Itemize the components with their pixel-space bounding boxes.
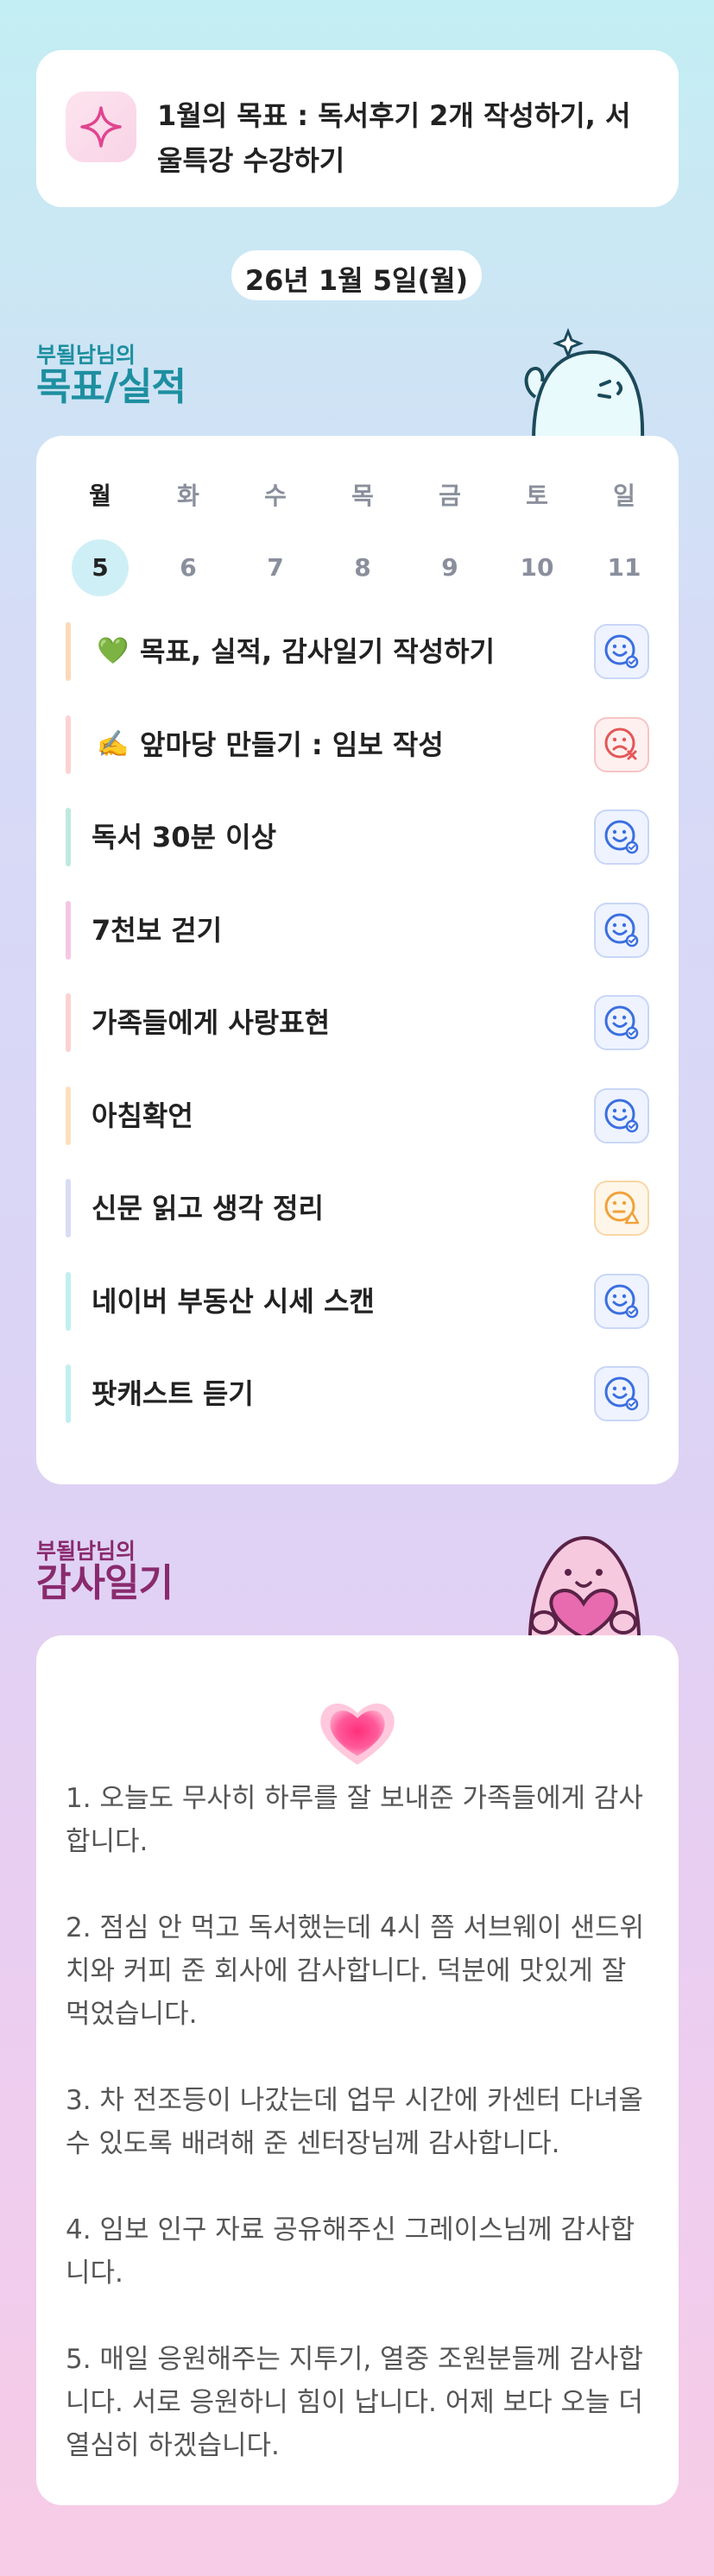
smile-face-icon[interactable]	[594, 624, 649, 679]
smile-face-icon[interactable]	[594, 1273, 649, 1329]
task-label: 7천보 걷기	[92, 913, 223, 947]
gratitude-entry: 1. 오늘도 무사히 하루를 잘 보내준 가족들에게 감사합니다.	[66, 1783, 643, 1857]
sparkle-icon	[66, 91, 136, 162]
day-0[interactable]: 월5	[66, 477, 135, 596]
task-label: 앞마당 만들기 : 임보 작성	[140, 727, 444, 761]
smile-face-icon[interactable]	[594, 902, 649, 958]
goals-section-title: 목표/실적	[36, 365, 186, 409]
mascot-thumbs-up-icon	[516, 327, 646, 444]
task-row[interactable]: 네이버 부동산 시세 스캔	[66, 1271, 649, 1331]
gratitude-entries: 1. 오늘도 무사히 하루를 잘 보내준 가족들에게 감사합니다. 2. 점심 안…	[66, 1777, 653, 2510]
smile-face-icon[interactable]	[594, 809, 649, 865]
task-color-bar	[66, 1179, 71, 1238]
day-5[interactable]: 토 10	[502, 477, 572, 596]
task-row[interactable]: ✍️ 앞마당 만들기 : 임보 작성	[66, 715, 649, 774]
goals-card: 월 5 화 6 수 7 목 8 금 9 토 10 일 11 💚 목표, 실적, 감사일기 작성하기 ✍️ 앞마…	[36, 436, 679, 1484]
day-3[interactable]: 목8	[328, 477, 397, 596]
task-label: 네이버 부동산 시세 스캔	[92, 1284, 375, 1318]
task-row[interactable]: 아침확언	[66, 1086, 649, 1145]
task-color-bar	[66, 900, 71, 960]
day-name: 금	[439, 482, 461, 510]
task-color-bar	[66, 1364, 71, 1423]
gratitude-entry: 3. 차 전조등이 나갔는데 업무 시간에 카센터 다녀올 수 있도록 배려해 …	[66, 2085, 643, 2159]
day-6[interactable]: 일 11	[590, 477, 659, 596]
day-number: 6	[180, 553, 197, 582]
smile-face-icon[interactable]	[594, 1087, 649, 1143]
heart-icon	[316, 1696, 399, 1772]
task-label: 팟캐스트 듣기	[92, 1377, 254, 1410]
date-label[interactable]: 26년 1월 5일(월)	[231, 250, 482, 300]
day-number: 9	[441, 553, 458, 582]
task-label: 가족들에게 사랑표현	[92, 1006, 331, 1039]
day-name: 토	[526, 482, 548, 510]
day-name: 수	[264, 482, 287, 510]
task-emoji: ✍️	[97, 728, 130, 759]
sad-face-icon[interactable]	[594, 716, 649, 772]
gratitude-entry: 4. 임보 인구 자료 공유해주신 그레이스님께 감사합니다.	[66, 2214, 635, 2289]
monthly-goal-text: 1월의 목표 : 독서후기 2개 작성하기, 서울특강 수강하기	[157, 99, 631, 177]
task-color-bar	[66, 808, 71, 866]
smile-face-icon[interactable]	[594, 1366, 649, 1421]
gratitude-entry: 2. 점심 안 먹고 독서했는데 4시 쯤 서브웨이 샌드위치와 커피 준 회사…	[66, 1912, 645, 2030]
gratitude-journal-card: 1. 오늘도 무사히 하루를 잘 보내준 가족들에게 감사합니다. 2. 점심 안…	[36, 1635, 679, 2505]
task-label: 신문 읽고 생각 정리	[92, 1192, 324, 1225]
task-color-bar	[66, 1271, 71, 1331]
day-number: 8	[354, 553, 371, 582]
day-1[interactable]: 화6	[154, 477, 223, 596]
task-label: 목표, 실적, 감사일기 작성하기	[140, 635, 496, 668]
day-name: 월	[89, 482, 111, 510]
task-row[interactable]: 팟캐스트 듣기	[66, 1364, 649, 1423]
task-label: 독서 30분 이상	[92, 821, 277, 853]
task-row[interactable]: 💚 목표, 실적, 감사일기 작성하기	[66, 622, 649, 681]
task-color-bar	[66, 715, 71, 774]
day-2[interactable]: 수7	[241, 477, 310, 596]
task-row[interactable]: 가족들에게 사랑표현	[66, 993, 649, 1052]
day-number: 5	[72, 539, 129, 596]
task-color-bar	[66, 993, 71, 1052]
task-row[interactable]: 신문 읽고 생각 정리	[66, 1179, 649, 1238]
neutral-face-icon[interactable]	[594, 1181, 649, 1236]
task-color-bar	[66, 622, 71, 681]
thanks-section-title: 감사일기	[36, 1561, 174, 1605]
day-number: 7	[267, 553, 284, 582]
monthly-goal-card: 1월의 목표 : 독서후기 2개 작성하기, 서울특강 수강하기	[36, 50, 679, 207]
day-4[interactable]: 금9	[415, 477, 484, 596]
day-name: 화	[177, 482, 199, 510]
task-label: 아침확언	[92, 1099, 193, 1132]
task-row[interactable]: 독서 30분 이상	[66, 808, 649, 866]
day-number: 10	[520, 553, 554, 582]
task-row[interactable]: 7천보 걷기	[66, 900, 649, 960]
day-name: 목	[351, 482, 374, 510]
smile-face-icon[interactable]	[594, 995, 649, 1050]
day-number: 11	[607, 553, 641, 582]
mascot-heart-icon	[515, 1526, 653, 1650]
gratitude-entry: 5. 매일 응원해주는 지투기, 열중 조원분들께 감사합니다. 서로 응원하니…	[66, 2344, 643, 2461]
day-name: 일	[613, 482, 635, 510]
task-color-bar	[66, 1086, 71, 1145]
task-emoji: 💚	[97, 636, 130, 666]
